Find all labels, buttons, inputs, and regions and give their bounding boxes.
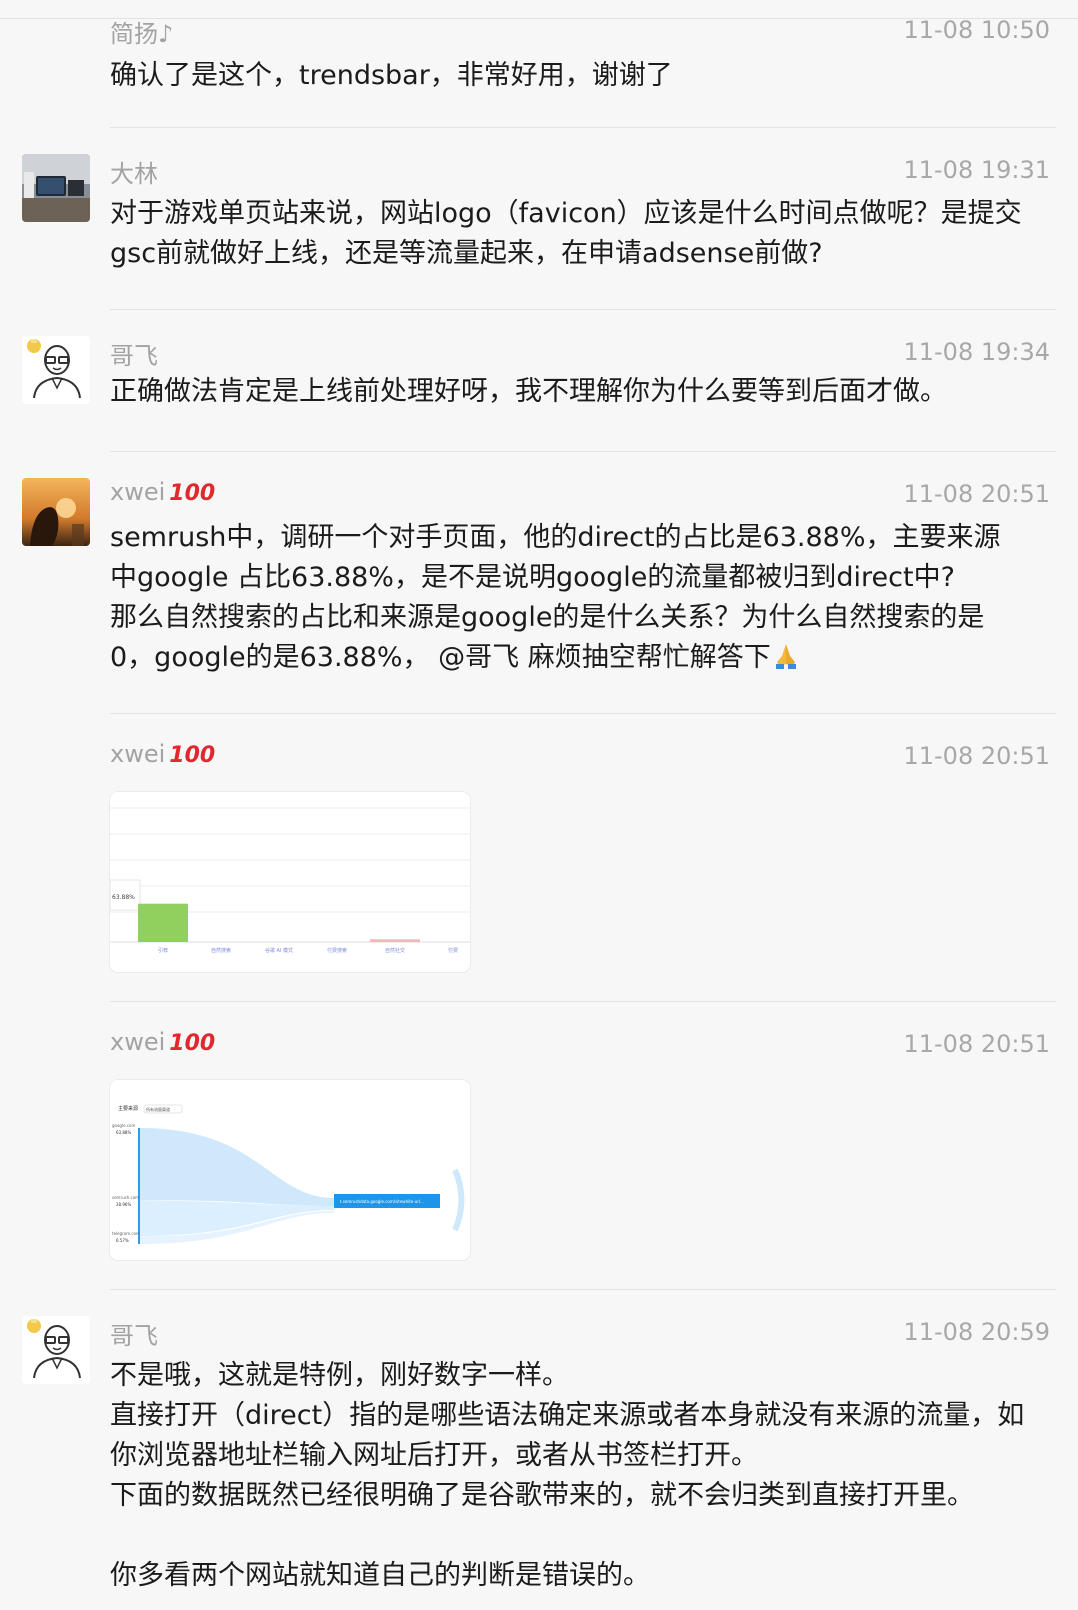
- avatar[interactable]: [22, 1316, 90, 1384]
- source-name: google.com: [112, 1123, 135, 1128]
- chart-category-label: 自然搜索: [211, 947, 231, 954]
- sender-name[interactable]: 哥飞: [110, 336, 158, 371]
- source-name: semrush.com: [112, 1195, 139, 1200]
- message-text[interactable]: 正确做法肯定是上线前处理好呀，我不理解你为什么要等到后面才做。: [110, 372, 1060, 412]
- flow-filter-select: 所有流量渠道: [146, 1106, 170, 1112]
- message-line: 下面的数据既然已经很明确了是谷歌带来的，就不会归类到直接打开里。: [110, 1480, 974, 1511]
- message-time: 11-08 19:34: [903, 338, 1050, 366]
- message-line: 正确做法肯定是上线前处理好呀，我不理解你为什么要等到后面才做。: [110, 376, 947, 407]
- flow-target-label: t.semrushdata.google.com/sitewhite-url..…: [340, 1199, 424, 1204]
- chart-bar: [138, 903, 188, 942]
- message-time: 11-08 20:51: [903, 1030, 1050, 1058]
- message-line: 确认了是这个，trendsbar，非常好用，谢谢了: [110, 60, 673, 91]
- message-time: 11-08 20:51: [903, 742, 1050, 770]
- message-divider: [110, 713, 1056, 714]
- hundred-points-icon: 100: [169, 1031, 216, 1056]
- message-divider: [110, 309, 1056, 310]
- message-time: 11-08 19:31: [903, 156, 1050, 184]
- sender-name[interactable]: xwei 100: [110, 1028, 215, 1056]
- message-time: 11-08 10:50: [903, 16, 1050, 44]
- source-name: telegram.com: [112, 1231, 140, 1236]
- message-line: 不是哦，这就是特例，刚好数字一样。: [110, 1360, 569, 1391]
- source-percent: 28.96%: [116, 1202, 131, 1207]
- message-line: 对于游戏单页站来说，网站logo（favicon）应该是什么时间点做呢？是提交: [110, 198, 1022, 229]
- avatar[interactable]: [22, 336, 90, 404]
- message-line: gsc前就做好上线，还是等流量起来，在申请adsense前做?: [110, 238, 823, 269]
- message-time: 11-08 20:59: [903, 1318, 1050, 1346]
- message-line: semrush中，调研一个对手页面，他的direct的占比是63.88%，主要来…: [110, 522, 1001, 553]
- sender-name[interactable]: xwei 100: [110, 478, 215, 506]
- avatar[interactable]: [22, 478, 90, 546]
- chart-category-label: 付费: [448, 947, 458, 954]
- message-line: [110, 1516, 1060, 1556]
- sankey-image-thumbnail[interactable]: 主要来源 所有流量渠道 t.semrushdata.google.com/sit…: [110, 1080, 470, 1260]
- message-line: 0，google的是63.88%， @哥飞 麻烦抽空帮忙解答下: [110, 638, 1060, 678]
- bar-value-label: 63.88%: [112, 894, 135, 901]
- source-percent: 6.57%: [116, 1238, 129, 1243]
- traffic-bar-chart: 63.88% 引荐 自然搜索 谷歌 AI 模式 付费搜索 自然社交 付费: [110, 807, 470, 954]
- folded-hands-icon: [775, 644, 796, 669]
- flow-title: 主要来源: [118, 1105, 138, 1112]
- source-percent: 63.88%: [116, 1130, 131, 1135]
- chart-category-label: 自然社交: [385, 947, 405, 954]
- hundred-points-icon: 100: [169, 743, 216, 768]
- sender-name[interactable]: 大林: [110, 154, 158, 189]
- traffic-source-flow: 主要来源 所有流量渠道 t.semrushdata.google.com/sit…: [112, 1104, 465, 1244]
- message-line: 你多看两个网站就知道自己的判断是错误的。: [110, 1560, 650, 1591]
- avatar[interactable]: [22, 154, 90, 222]
- message-divider: [110, 451, 1056, 452]
- message-divider: [110, 127, 1056, 128]
- message-text[interactable]: 对于游戏单页站来说，网站logo（favicon）应该是什么时间点做呢？是提交 …: [110, 194, 1060, 274]
- sender-name[interactable]: 哥飞: [110, 1316, 158, 1351]
- chart-category-label: 付费搜索: [327, 947, 347, 954]
- message-text[interactable]: semrush中，调研一个对手页面，他的direct的占比是63.88%，主要来…: [110, 518, 1060, 678]
- chart-category-label: 引荐: [158, 947, 168, 954]
- message-text[interactable]: 确认了是这个，trendsbar，非常好用，谢谢了: [110, 56, 1060, 96]
- chart-image-thumbnail[interactable]: 63.88% 引荐 自然搜索 谷歌 AI 模式 付费搜索 自然社交 付费: [110, 792, 470, 972]
- message-divider: [110, 1289, 1056, 1290]
- chart-bar: [370, 939, 420, 942]
- sender-name[interactable]: xwei 100: [110, 740, 215, 768]
- message-line: 那么自然搜索的占比和来源是google的是什么关系？为什么自然搜索的是: [110, 602, 985, 633]
- message-text[interactable]: 不是哦，这就是特例，刚好数字一样。 直接打开（direct）指的是哪些语法确定来…: [110, 1356, 1060, 1596]
- message-line: 直接打开（direct）指的是哪些语法确定来源或者本身就没有来源的流量，如: [110, 1400, 1025, 1431]
- message-time: 11-08 20:51: [903, 480, 1050, 508]
- chart-category-label: 谷歌 AI 模式: [265, 947, 293, 954]
- sender-name[interactable]: 简扬♪: [110, 14, 173, 49]
- message-line: 你浏览器地址栏输入网址后打开，或者从书签栏打开。: [110, 1440, 758, 1471]
- message-line: 中google 占比63.88%，是不是说明google的流量都被归到direc…: [110, 562, 955, 593]
- hundred-points-icon: 100: [169, 481, 216, 506]
- message-divider: [110, 1001, 1056, 1002]
